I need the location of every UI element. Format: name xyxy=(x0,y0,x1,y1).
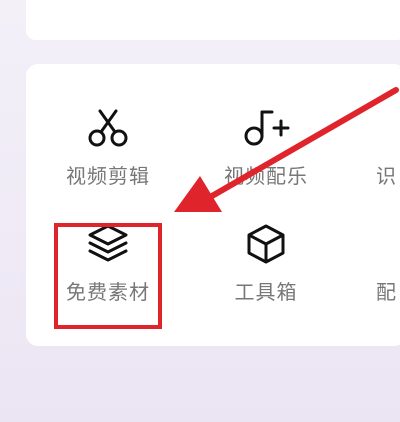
annotation-arrow xyxy=(174,87,399,212)
